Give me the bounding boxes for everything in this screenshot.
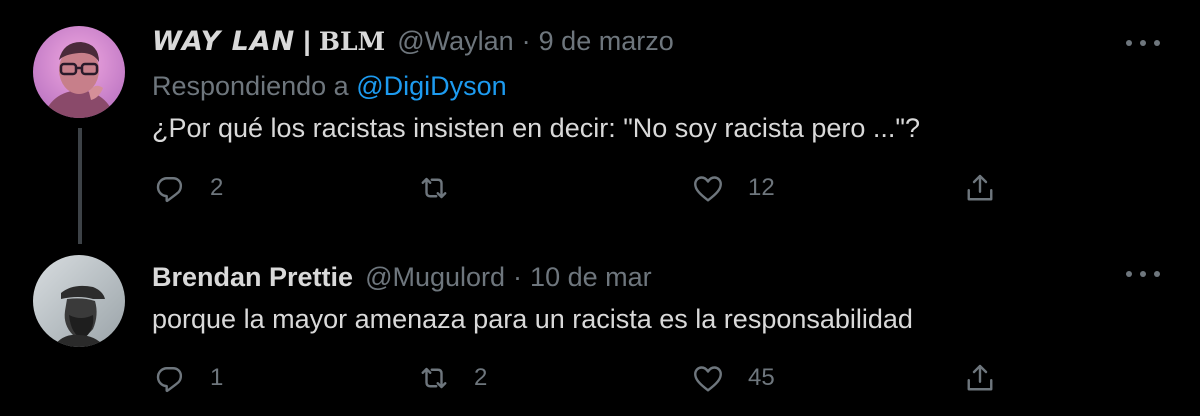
more-dot xyxy=(1140,40,1146,46)
retweet-arrows-icon xyxy=(421,367,447,389)
display-name-separator: | xyxy=(303,26,311,56)
tweet-header: Brendan Prettie @Mugulord · 10 de mar xyxy=(152,258,1140,296)
user-handle[interactable]: @Mugulord xyxy=(365,258,505,296)
user-handle[interactable]: @Waylan xyxy=(397,22,513,60)
tweet[interactable]: WAY LAN | BLM @Waylan · 9 de marzo Respo… xyxy=(0,0,1200,244)
reply-button[interactable]: 1 xyxy=(152,358,223,398)
tweet-text: porque la mayor amenaza para un racista … xyxy=(152,304,913,334)
display-name-tag[interactable]: BLM xyxy=(319,23,385,61)
tweet-header: WAY LAN | BLM @Waylan · 9 de marzo xyxy=(152,22,1140,61)
more-dot xyxy=(1154,40,1160,46)
retweet-button[interactable]: 2 xyxy=(416,358,487,398)
heart-icon xyxy=(694,176,722,202)
share-button[interactable] xyxy=(962,358,998,398)
avatar[interactable] xyxy=(33,255,125,347)
display-name[interactable]: Brendan Prettie xyxy=(152,258,353,296)
tweet-content: WAY LAN | BLM @Waylan · 9 de marzo Respo… xyxy=(152,22,1140,147)
tweet-actions: 2 12 xyxy=(152,168,1012,208)
tweet-content: Brendan Prettie @Mugulord · 10 de mar po… xyxy=(152,258,1140,338)
more-dot xyxy=(1154,271,1160,277)
speech-bubble-icon xyxy=(156,367,183,393)
share-upload-icon xyxy=(967,364,993,391)
tweet-actions: 1 2 45 xyxy=(152,358,1012,398)
thread-connector-line xyxy=(78,128,82,244)
retweet-button[interactable] xyxy=(416,168,474,208)
reply-button[interactable]: 2 xyxy=(152,168,223,208)
retweet-arrows-icon xyxy=(421,177,447,199)
separator-dot: · xyxy=(521,26,531,56)
tweet[interactable]: Brendan Prettie @Mugulord · 10 de mar po… xyxy=(0,240,1200,416)
share-upload-icon xyxy=(967,174,993,201)
reply-count: 2 xyxy=(210,174,224,201)
replying-to-label: Respondiendo a xyxy=(152,71,349,101)
like-count: 12 xyxy=(748,174,775,201)
replying-to-handle[interactable]: @DigiDyson xyxy=(356,71,506,101)
tweet-text: ¿Por qué los racistas insisten en decir:… xyxy=(152,113,920,143)
retweet-count: 2 xyxy=(474,364,488,391)
speech-bubble-icon xyxy=(156,177,183,203)
separator-dot: · xyxy=(513,262,523,292)
heart-icon xyxy=(694,366,722,392)
timestamp[interactable]: 9 de marzo xyxy=(539,22,674,60)
person-avatar-icon xyxy=(33,26,125,118)
like-count: 45 xyxy=(748,364,775,391)
replying-to: Respondiendo a @DigiDyson xyxy=(152,67,1140,105)
display-name[interactable]: WAY LAN xyxy=(152,23,295,61)
like-button[interactable]: 12 xyxy=(690,168,775,208)
timestamp[interactable]: 10 de mar xyxy=(530,258,652,296)
like-button[interactable]: 45 xyxy=(690,358,775,398)
person-avatar-icon xyxy=(33,255,125,347)
reply-count: 1 xyxy=(210,364,224,391)
avatar[interactable] xyxy=(33,26,125,118)
more-dot xyxy=(1140,271,1146,277)
share-button[interactable] xyxy=(962,168,998,208)
